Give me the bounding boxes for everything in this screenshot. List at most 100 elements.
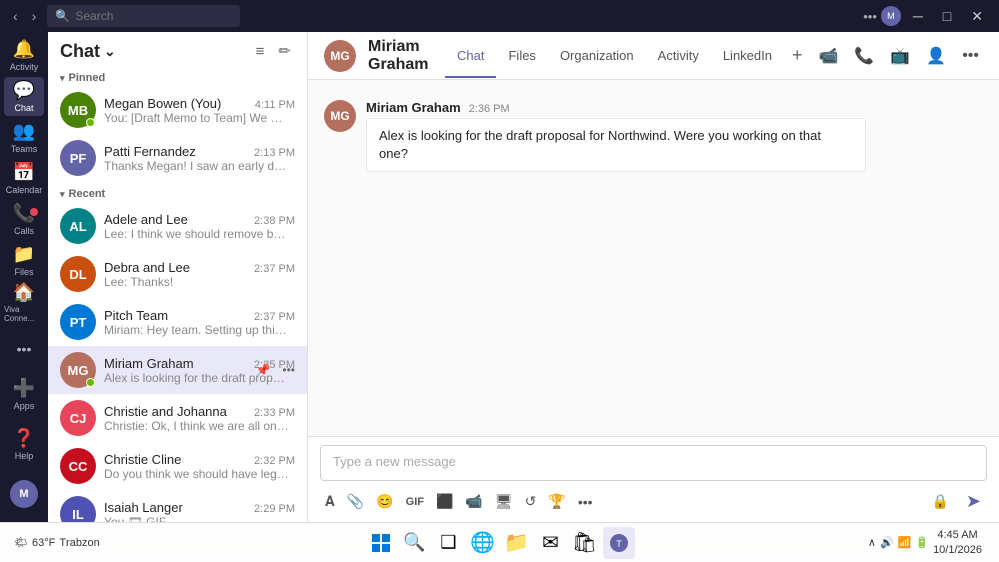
chat-icon: 💬 [13, 80, 35, 101]
nav-back-button[interactable]: ‹ [8, 6, 23, 26]
user-avatar-tb[interactable]: M [881, 6, 901, 26]
nav-forward-button[interactable]: › [27, 6, 42, 26]
sidebar-more-button[interactable]: ••• [4, 329, 44, 368]
screen-button[interactable]: 🖥 [490, 489, 518, 514]
title-bar-right: ••• M ─ □ ✕ [863, 6, 991, 27]
chat-header: MG Miriam Graham Chat Files Organization… [308, 32, 999, 80]
chat-time: 2:13 PM [254, 147, 295, 159]
chat-preview: You 🎞 GIF [104, 515, 289, 523]
edge-button[interactable]: 🌐 [467, 527, 499, 559]
tab-chat[interactable]: Chat [445, 34, 496, 78]
audio-call-button[interactable]: 📞 [850, 42, 878, 70]
search-taskbar-button[interactable]: 🔍 [399, 527, 431, 559]
gif-button[interactable]: GIF [401, 492, 429, 512]
chat-info-adele-lee: Adele and Lee2:38 PM Lee: I think we sho… [104, 212, 295, 241]
chat-action-more[interactable]: ••• [278, 361, 299, 379]
chat-item-adele-lee[interactable]: AL Adele and Lee2:38 PM Lee: I think we … [48, 202, 307, 250]
system-volume[interactable]: 🔊 [880, 536, 894, 549]
system-clock[interactable]: 4:45 AM 10/1/2026 [933, 528, 982, 557]
chat-item-debra-lee[interactable]: DL Debra and Lee2:37 PM Lee: Thanks! [48, 250, 307, 298]
filter-button[interactable]: ≡ [252, 40, 269, 62]
tab-linkedin[interactable]: LinkedIn [711, 34, 784, 78]
chat-action-pin[interactable]: 📌 [251, 361, 274, 379]
send-button[interactable]: ➤ [960, 487, 987, 516]
meet-now-button[interactable]: 📹 [460, 489, 487, 514]
sidebar-item-calls[interactable]: 📞 Calls [4, 200, 44, 239]
chat-time: 2:38 PM [254, 215, 295, 227]
minimize-button[interactable]: ─ [905, 6, 931, 26]
chat-item-patti-fernandez[interactable]: PF Patti Fernandez 2:13 PM Thanks Megan!… [48, 134, 307, 182]
chat-item-miriam-graham[interactable]: MG Miriam Graham2:35 PM Alex is looking … [48, 346, 307, 394]
sidebar-item-help[interactable]: ❓ Help [4, 420, 44, 468]
weather-icon: 🌤 [14, 536, 28, 549]
weather-widget[interactable]: 🌤 63°F Тrabzon [8, 536, 106, 549]
avatar-isaiah-langer: IL [60, 496, 96, 522]
encryption-button[interactable]: 🔒 [926, 489, 953, 514]
user-avatar-sidebar[interactable]: M [4, 470, 44, 518]
sticker-button[interactable]: ⬛ [431, 489, 458, 514]
tab-files[interactable]: Files [496, 34, 547, 78]
task-view-button[interactable]: ❑ [433, 527, 465, 559]
start-button[interactable] [365, 527, 397, 559]
sidebar-item-viva-label: Viva Conne... [4, 305, 44, 323]
add-people-button[interactable]: 👤 [922, 42, 950, 70]
screenshare-button[interactable]: 📺 [886, 42, 914, 70]
sidebar-item-viva[interactable]: 🏠 Viva Conne... [4, 282, 44, 323]
loop-button[interactable]: ↺ [520, 489, 542, 514]
chat-item-pitch-team[interactable]: PT Pitch Team2:37 PM Miriam: Hey team. S… [48, 298, 307, 346]
weather-location: Тrabzon [59, 537, 99, 549]
system-battery[interactable]: 🔋 [915, 536, 929, 549]
activity-icon: 🔔 [13, 39, 35, 60]
tab-organization[interactable]: Organization [548, 34, 646, 78]
chat-item-christie-cline[interactable]: CC Christie Cline2:32 PM Do you think we… [48, 442, 307, 490]
recent-chevron: ▾ [60, 189, 65, 200]
store-button[interactable]: 🛍 [569, 527, 601, 559]
message-sender: Miriam Graham [366, 100, 461, 115]
calls-badge [30, 208, 38, 216]
avatar-pitch-team: PT [60, 304, 96, 340]
new-chat-button[interactable]: ✏ [274, 40, 295, 62]
sidebar-item-activity[interactable]: 🔔 Activity [4, 36, 44, 75]
maximize-button[interactable]: □ [935, 6, 959, 26]
chat-info-megan-bowen: Megan Bowen (You) 4:11 PM You: [Draft Me… [104, 96, 295, 125]
search-input[interactable] [47, 5, 240, 27]
chat-preview: Lee: Thanks! [104, 275, 289, 289]
praise-button[interactable]: 🏆 [543, 489, 570, 514]
message-time: 2:36 PM [469, 103, 510, 115]
close-button[interactable]: ✕ [963, 6, 991, 27]
chat-time: 2:37 PM [254, 263, 295, 275]
teams-taskbar-button[interactable]: T [603, 527, 635, 559]
chat-item-megan-bowen[interactable]: MB Megan Bowen (You) 4:11 PM You: [Draft… [48, 86, 307, 134]
more-options-button[interactable]: ••• [863, 9, 877, 24]
chat-main: MG Miriam Graham Chat Files Organization… [308, 32, 999, 522]
sidebar-item-help-label: Help [15, 451, 34, 461]
mail-button[interactable]: ✉ [535, 527, 567, 559]
format-button[interactable]: 𝐀 [320, 489, 340, 514]
sidebar-item-apps-label: Apps [14, 401, 35, 411]
chat-item-christie-johanna[interactable]: CJ Christie and Johanna2:33 PM Christie:… [48, 394, 307, 442]
video-call-button[interactable]: 📹 [815, 42, 843, 70]
tab-activity[interactable]: Activity [646, 34, 711, 78]
more-toolbar-button[interactable]: ••• [573, 490, 598, 514]
attach-button[interactable]: 📎 [342, 489, 369, 514]
sidebar-item-chat[interactable]: 💬 Chat [4, 77, 44, 116]
sidebar-item-files[interactable]: 📁 Files [4, 241, 44, 280]
chat-preview: Do you think we should have legal review… [104, 467, 289, 481]
sidebar-item-calendar[interactable]: 📅 Calendar [4, 159, 44, 198]
add-tab-button[interactable]: + [784, 45, 811, 66]
chat-info-isaiah-langer: Isaiah Langer2:29 PM You 🎞 GIF [104, 500, 295, 523]
svg-text:T: T [616, 539, 622, 549]
chat-time: 2:37 PM [254, 311, 295, 323]
system-network[interactable]: 📶 [898, 536, 912, 549]
chat-title-chevron[interactable]: ⌄ [104, 43, 116, 60]
sidebar-item-apps[interactable]: ➕ Apps [4, 370, 44, 418]
emoji-button[interactable]: 😊 [371, 489, 398, 514]
more-actions-button[interactable]: ••• [958, 43, 983, 69]
sidebar-item-teams[interactable]: 👥 Teams [4, 118, 44, 157]
title-bar-left: ‹ › 🔍 [8, 5, 240, 27]
system-chevron-up[interactable]: ∧ [868, 536, 876, 549]
explorer-button[interactable]: 📁 [501, 527, 533, 559]
sidebar-item-activity-label: Activity [10, 62, 39, 72]
message-input-box[interactable]: Type a new message [320, 445, 987, 481]
chat-item-isaiah-langer[interactable]: IL Isaiah Langer2:29 PM You 🎞 GIF [48, 490, 307, 522]
